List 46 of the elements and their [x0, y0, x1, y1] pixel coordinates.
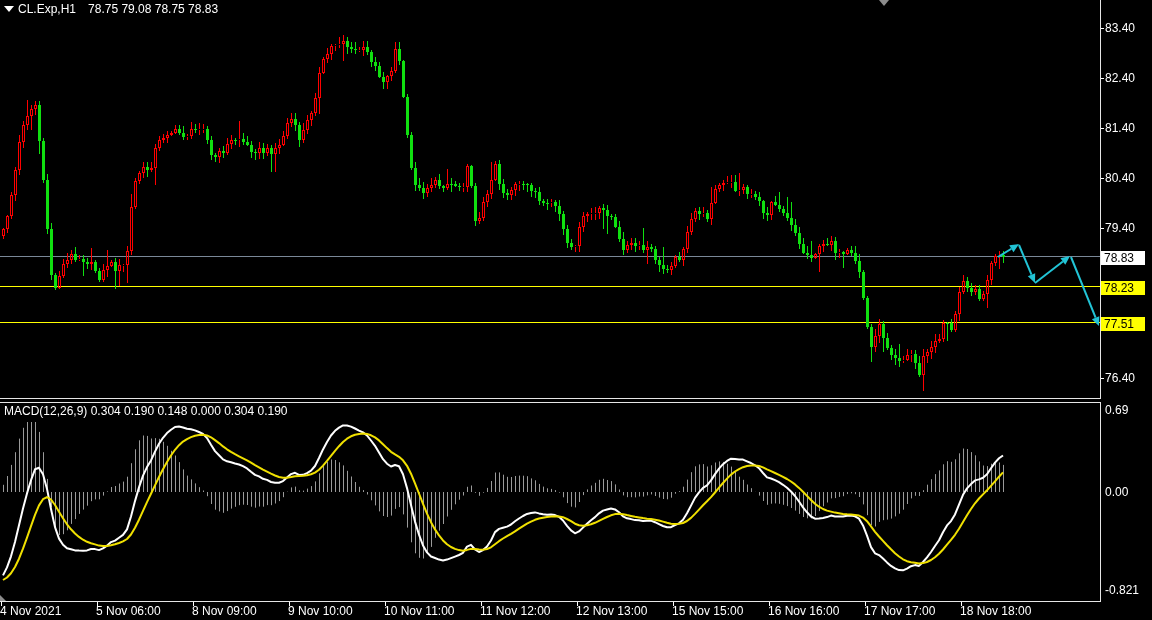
axis-tick-mark: [769, 602, 770, 606]
axis-tick-mark: [289, 602, 290, 606]
price-axis-label: 79.40: [1105, 221, 1136, 235]
axis-tick-mark: [1101, 378, 1104, 379]
axis-tick-mark: [193, 602, 194, 606]
ohlc-values: 78.75 79.08 78.75 78.83: [88, 2, 219, 16]
price-axis-label: 80.40: [1105, 171, 1136, 185]
axis-tick-mark: [673, 602, 674, 606]
time-axis-label: 9 Nov 10:00: [288, 604, 353, 618]
axis-tick-mark: [1101, 28, 1104, 29]
time-axis-label: 10 Nov 11:00: [384, 604, 455, 618]
shift-marker-icon[interactable]: [879, 0, 889, 6]
price-axis-label: 82.40: [1105, 71, 1136, 85]
axis-tick-mark: [577, 602, 578, 606]
axis-tick-mark: [1101, 178, 1104, 179]
axis-tick-mark: [1101, 78, 1104, 79]
time-axis-label: 15 Nov 15:00: [672, 604, 744, 618]
axis-tick-mark: [1101, 128, 1104, 129]
time-axis-label: 12 Nov 13:00: [576, 604, 648, 618]
caret-down-icon[interactable]: [4, 6, 14, 12]
axis-tick-mark: [385, 602, 386, 606]
chart-symbol: CL.Exp,H1: [18, 2, 77, 16]
price-level-label: 78.83: [1101, 251, 1145, 265]
axis-tick-mark: [961, 602, 962, 606]
price-axis-label: 76.40: [1105, 371, 1136, 385]
price-level-label: 78.23: [1101, 281, 1145, 295]
indicator-axis-label: 0.69: [1105, 403, 1129, 417]
axis-tick-mark: [1101, 228, 1104, 229]
time-axis-label: 5 Nov 06:00: [96, 604, 161, 618]
indicator-label: MACD(12,26,9) 0.304 0.190 0.148 0.000 0.304 0.190: [4, 404, 288, 418]
indicator-axis-label: -0.821: [1105, 583, 1140, 597]
axis-tick-mark: [1, 602, 2, 606]
indicator-axis-label: 0.00: [1105, 485, 1129, 499]
time-axis-label: 17 Nov 17:00: [864, 604, 936, 618]
time-axis-label: 8 Nov 09:00: [192, 604, 257, 618]
axis-tick-mark: [481, 602, 482, 606]
price-axis-label: 81.40: [1105, 121, 1136, 135]
price-level-label: 77.51: [1101, 317, 1145, 331]
axis-tick-mark: [865, 602, 866, 606]
time-axis-label: 16 Nov 16:00: [768, 604, 840, 618]
corner-marker-icon: [0, 595, 6, 601]
time-axis-label: 4 Nov 2021: [0, 604, 62, 618]
time-axis-label: 18 Nov 18:00: [960, 604, 1032, 618]
axis-tick-mark: [97, 602, 98, 606]
price-axis-label: 83.40: [1105, 21, 1136, 35]
time-axis-label: 11 Nov 12:00: [480, 604, 551, 618]
